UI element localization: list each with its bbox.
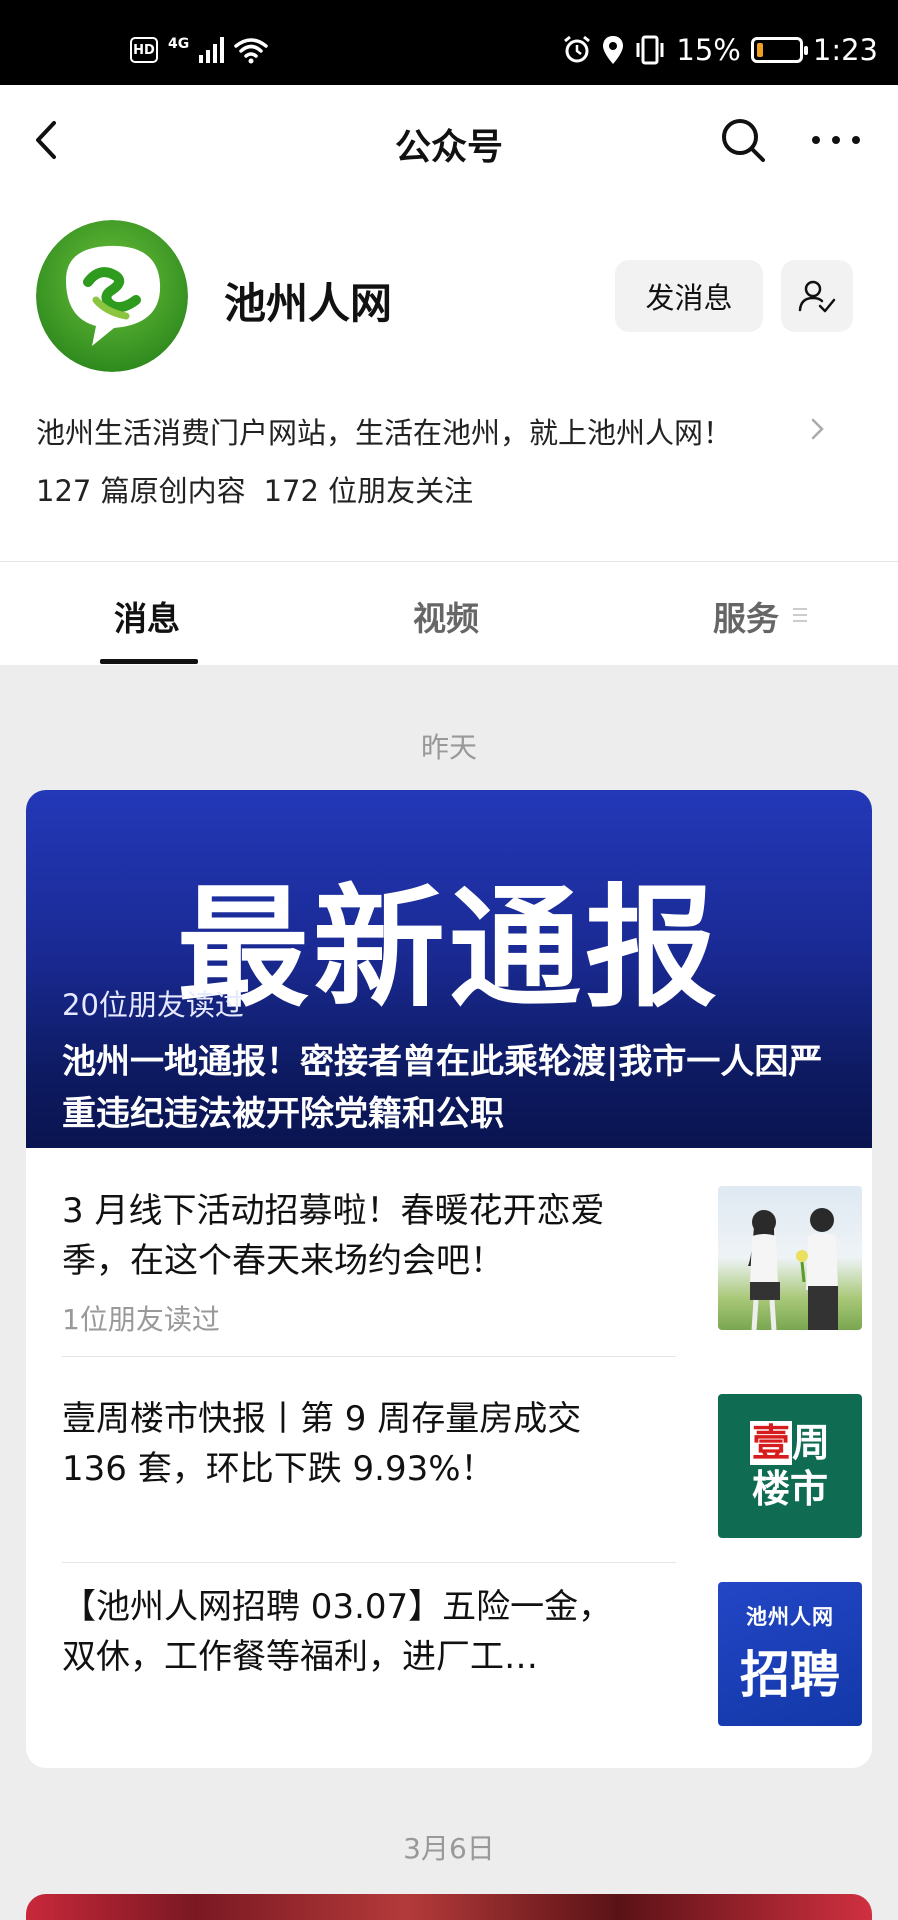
thumb-label: 招聘	[740, 1646, 840, 1704]
menu-icon	[793, 608, 807, 622]
send-message-button[interactable]: 发消息	[615, 260, 763, 332]
date-separator: 3月6日	[403, 1832, 495, 1865]
divider	[0, 561, 898, 562]
thumb-line-1: 壹周	[749, 1421, 831, 1465]
article-title: 【池州人网招聘 03.07】五险一金，双休，工作餐等福利，进厂工…	[62, 1587, 613, 1677]
next-article-card[interactable]	[26, 1894, 872, 1920]
hero-read-count: 20位朋友读过	[62, 988, 244, 1022]
article-title: 壹周楼市快报丨第 9 周存量房成交 136 套，环比下跌 9.93%！	[62, 1399, 582, 1489]
status-bar: HD 4G 15% 1:23	[0, 0, 898, 85]
follower-count: 172 位朋友关注	[263, 474, 474, 508]
battery-percent: 15%	[676, 33, 741, 67]
account-stats: 127 篇原创内容 172 位朋友关注	[36, 468, 473, 510]
article-thumbnail	[718, 1186, 862, 1330]
couple-photo-image	[748, 1208, 838, 1330]
thumb-line-2: 楼市	[751, 1467, 828, 1511]
tab-videos[interactable]: 视频	[413, 592, 479, 640]
date-separator: 昨天	[420, 731, 477, 764]
hero-headline: 池州一地通报！密接者曾在此乘轮渡|我市一人因严重违纪违法被开除党籍和公职	[62, 1042, 823, 1134]
search-icon[interactable]	[718, 115, 768, 165]
hero-article[interactable]: 最新通报 20位朋友读过 池州一地通报！密接者曾在此乘轮渡|我市一人因严重违纪违…	[26, 790, 872, 1148]
article-thumbnail: 壹周 楼市	[718, 1394, 862, 1538]
user-check-icon	[798, 280, 836, 313]
account-logo[interactable]	[36, 220, 188, 372]
list-item[interactable]: 3 月线下活动招募啦！春暖花开恋爱季，在这个春天来场约会吧！ 1位朋友读过	[62, 1186, 862, 1336]
article-title: 3 月线下活动招募啦！春暖花开恋爱季，在这个春天来场约会吧！	[62, 1191, 605, 1281]
account-description[interactable]: 池州生活消费门户网站，生活在池州，就上池州人网！	[36, 410, 732, 452]
signal-icon	[199, 37, 225, 63]
article-read-count: 1位朋友读过	[62, 1303, 220, 1336]
wifi-icon	[234, 38, 268, 64]
battery-icon	[750, 37, 808, 63]
account-name: 池州人网	[224, 279, 393, 328]
tab-services[interactable]: 服务	[713, 592, 779, 640]
nav-bar: 公众号	[0, 85, 898, 195]
chevron-right-icon[interactable]	[808, 414, 828, 444]
list-item[interactable]: 壹周楼市快报丨第 9 周存量房成交 136 套，环比下跌 9.93%！ 壹周 楼…	[62, 1394, 862, 1544]
list-item[interactable]: 【池州人网招聘 03.07】五险一金，双休，工作餐等福利，进厂工… 池州人网 招…	[62, 1582, 862, 1732]
clock: 1:23	[812, 33, 878, 67]
vibrate-icon	[636, 35, 664, 65]
divider	[62, 1356, 676, 1357]
network-type: 4G	[168, 36, 190, 52]
location-icon	[603, 36, 624, 64]
tab-messages[interactable]: 消息	[114, 592, 180, 640]
followed-button[interactable]	[781, 260, 853, 332]
alarm-icon	[564, 35, 591, 63]
active-tab-indicator	[100, 659, 198, 664]
more-icon[interactable]	[808, 115, 864, 165]
original-count: 127 篇原创内容	[36, 474, 246, 508]
status-right: 15% 1:23	[562, 30, 878, 70]
hd-icon: HD	[130, 37, 158, 63]
article-thumbnail: 池州人网 招聘	[718, 1582, 862, 1726]
status-left: HD 4G	[130, 30, 268, 70]
divider	[62, 1562, 676, 1563]
article-card: 最新通报 20位朋友读过 池州一地通报！密接者曾在此乘轮渡|我市一人因严重违纪违…	[26, 790, 872, 1768]
thumb-brand: 池州人网	[746, 1605, 834, 1629]
